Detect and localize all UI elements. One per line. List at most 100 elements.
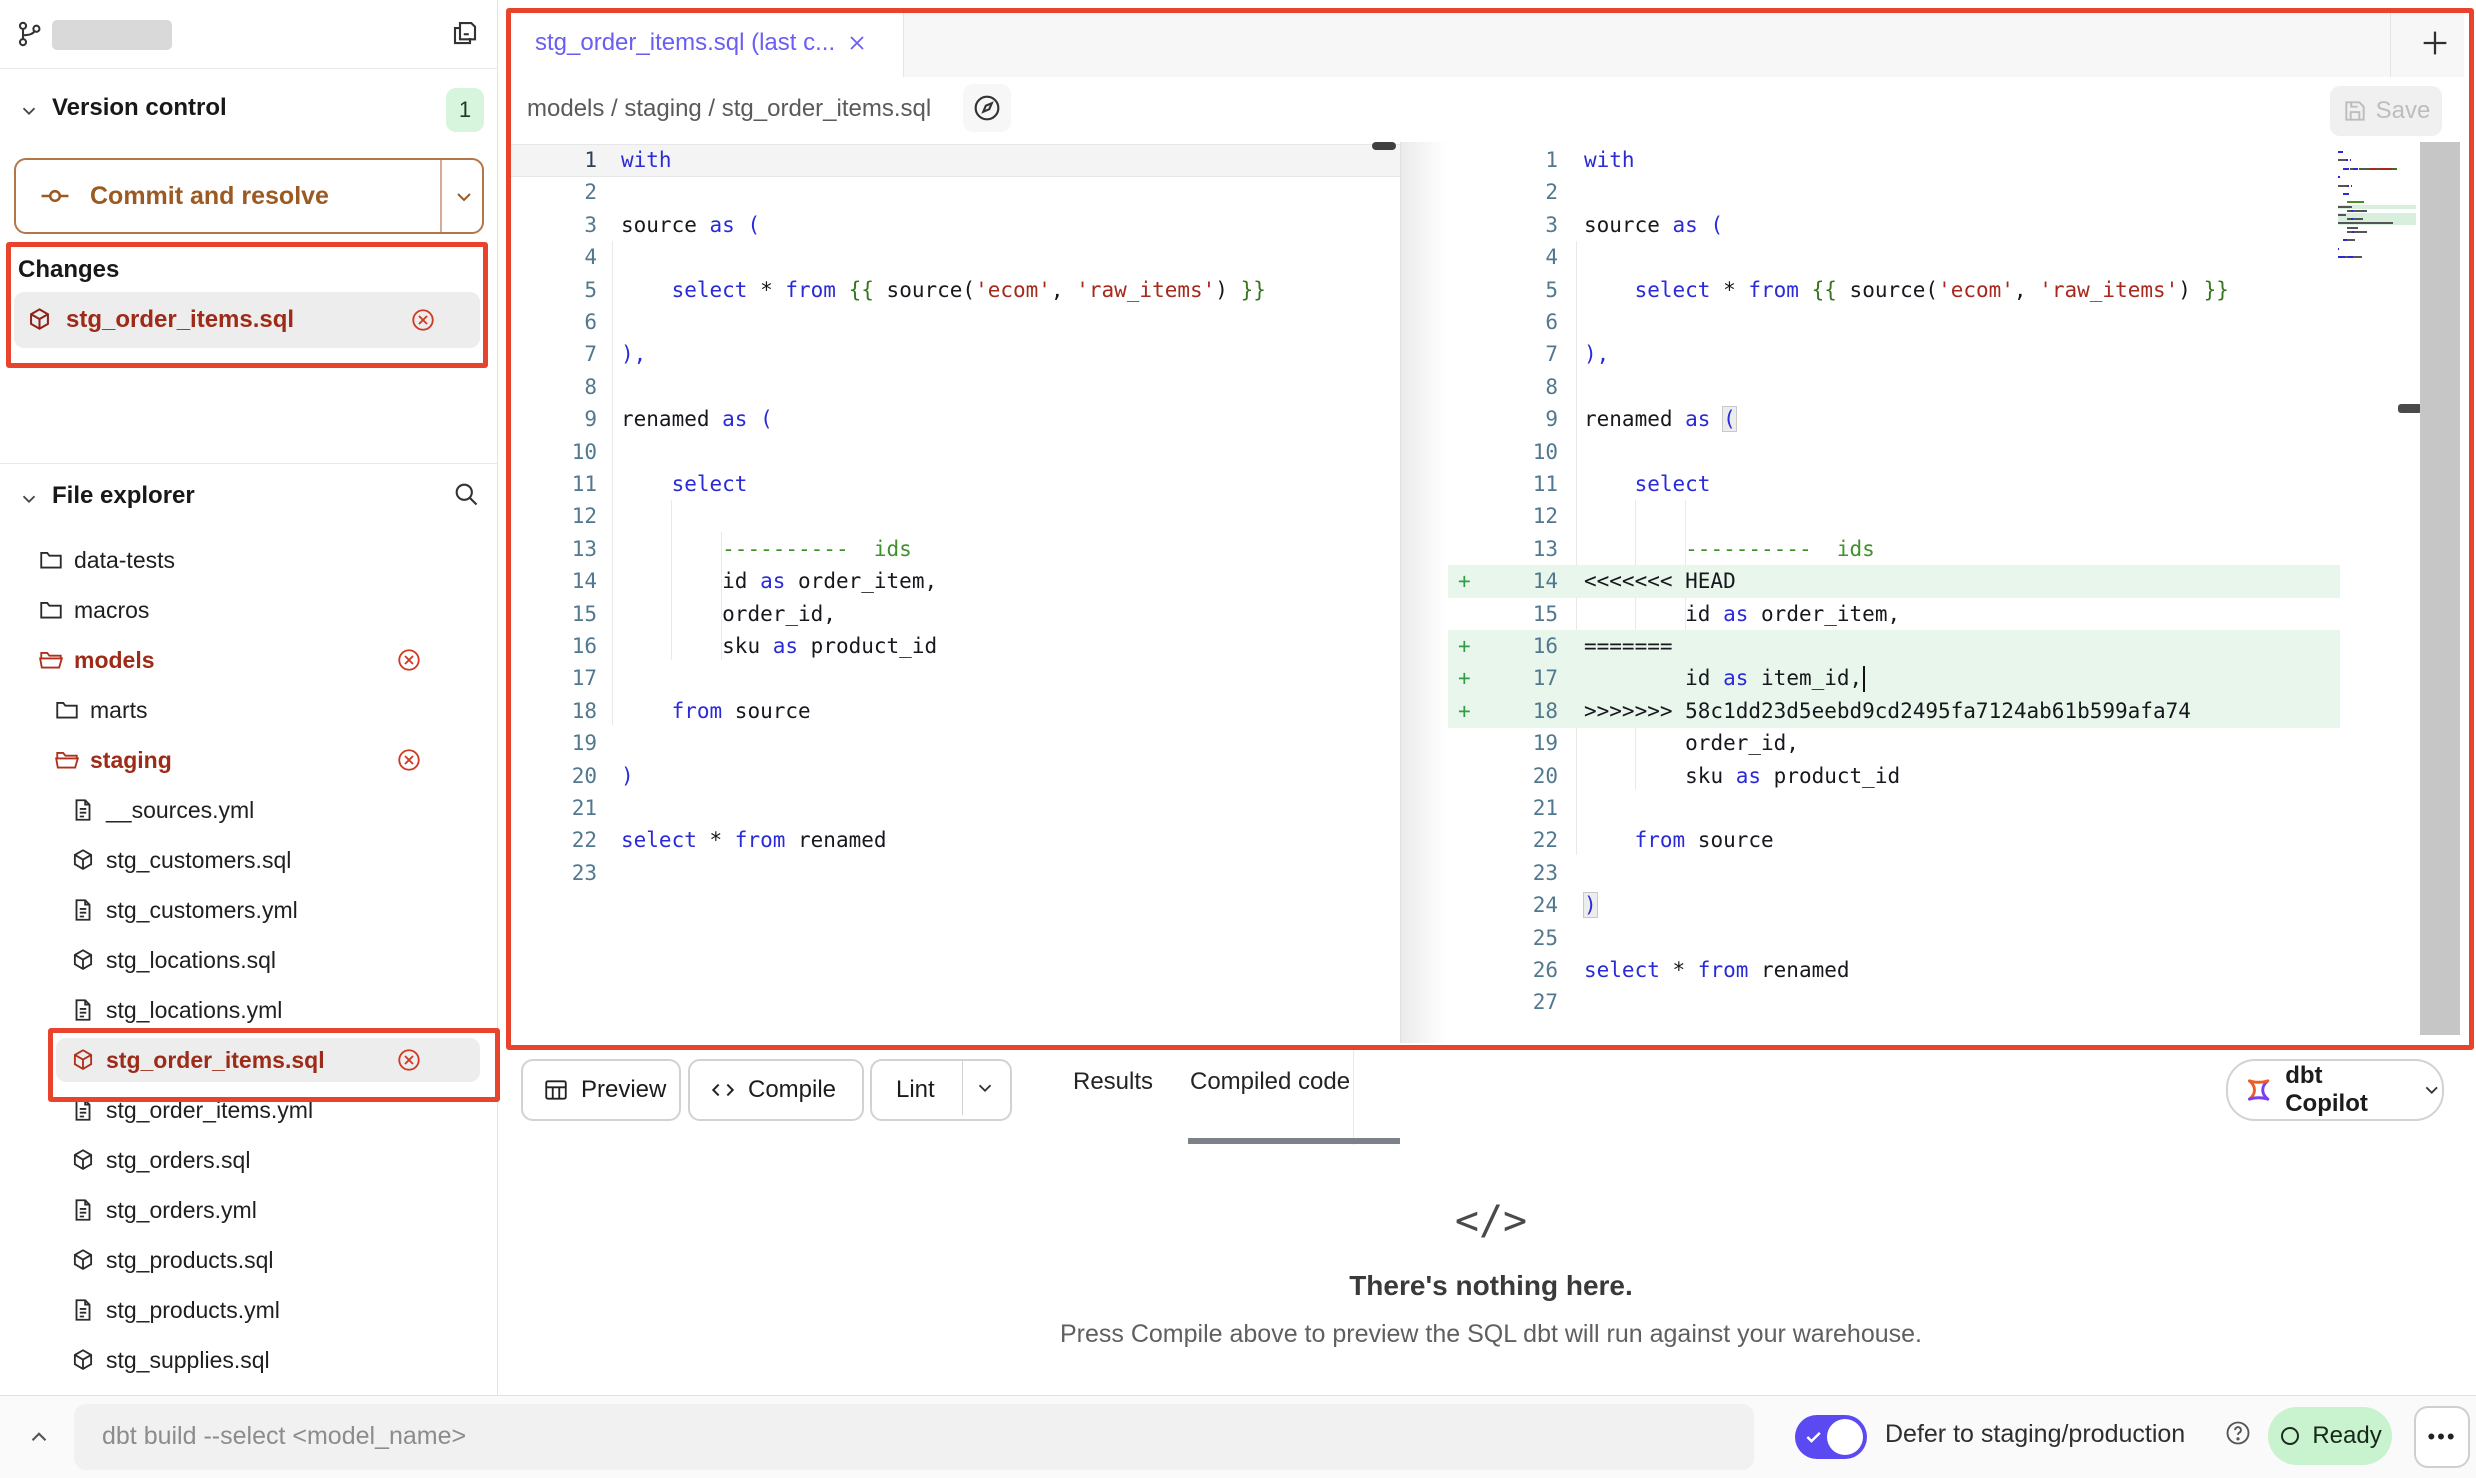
- code-line[interactable]: 15 order_id,: [511, 598, 1400, 631]
- connection-status-badge[interactable]: Ready: [2268, 1407, 2392, 1465]
- search-icon[interactable]: [452, 480, 480, 508]
- code-text: select: [1584, 468, 1710, 500]
- code-line[interactable]: 9renamed as (: [1448, 403, 2340, 436]
- file-item--sources-yml[interactable]: __sources.yml: [0, 788, 497, 832]
- commit-and-resolve-button[interactable]: Commit and resolve: [14, 158, 484, 234]
- chevron-down-icon[interactable]: [18, 488, 40, 510]
- code-line[interactable]: 4: [1448, 241, 2340, 274]
- tab-compiled-code[interactable]: Compiled code: [1190, 1068, 1350, 1096]
- code-line[interactable]: 4: [511, 241, 1400, 274]
- chevron-up-icon[interactable]: [26, 1424, 52, 1450]
- close-icon[interactable]: [845, 31, 869, 55]
- copy-docs-icon[interactable]: [450, 18, 480, 48]
- save-button[interactable]: Save: [2330, 86, 2442, 136]
- status-bar: dbt build --select <model_name> Defer to…: [0, 1395, 2476, 1478]
- code-line[interactable]: 19: [511, 727, 1400, 760]
- code-line[interactable]: 23: [1448, 857, 2340, 890]
- code-line[interactable]: 24): [1448, 889, 2340, 922]
- code-line[interactable]: +16=======: [1448, 630, 2340, 663]
- tab-stg-order-items[interactable]: stg_order_items.sql (last c...: [511, 9, 904, 77]
- code-line[interactable]: 20): [511, 760, 1400, 793]
- code-line[interactable]: 3source as (: [1448, 209, 2340, 242]
- code-line[interactable]: 15 id as order_item,: [1448, 598, 2340, 631]
- file-item-stg-products-sql[interactable]: stg_products.sql: [0, 1238, 497, 1282]
- code-line[interactable]: 7),: [1448, 338, 2340, 371]
- defer-toggle[interactable]: [1795, 1415, 1867, 1459]
- code-line[interactable]: 26select * from renamed: [1448, 954, 2340, 987]
- code-line[interactable]: 20 sku as product_id: [1448, 760, 2340, 793]
- file-item-stg-supplies-sql[interactable]: stg_supplies.sql: [0, 1338, 497, 1382]
- file-item-macros[interactable]: macros: [0, 588, 497, 632]
- compile-button[interactable]: Compile: [688, 1059, 864, 1121]
- commit-dropdown-caret-icon[interactable]: [452, 185, 476, 209]
- code-line[interactable]: 22select * from renamed: [511, 824, 1400, 857]
- code-line[interactable]: 18 from source: [511, 695, 1400, 728]
- code-line[interactable]: 8: [511, 371, 1400, 404]
- file-item-stg-orders-sql[interactable]: stg_orders.sql: [0, 1138, 497, 1182]
- file-item-stg-locations-sql[interactable]: stg_locations.sql: [0, 938, 497, 982]
- file-item-staging[interactable]: staging: [0, 738, 497, 782]
- command-input[interactable]: dbt build --select <model_name>: [74, 1404, 1754, 1470]
- code-line[interactable]: 19 order_id,: [1448, 727, 2340, 760]
- file-item-data-tests[interactable]: data-tests: [0, 538, 497, 582]
- code-line[interactable]: 21: [1448, 792, 2340, 825]
- code-line[interactable]: 21: [511, 792, 1400, 825]
- code-line[interactable]: 2: [511, 176, 1400, 209]
- code-line[interactable]: 13 ---------- ids: [511, 533, 1400, 566]
- code-line[interactable]: 6: [511, 306, 1400, 339]
- code-line[interactable]: 16 sku as product_id: [511, 630, 1400, 663]
- more-options-button[interactable]: •••: [2414, 1406, 2470, 1468]
- dbt-copilot-button[interactable]: dbt Copilot: [2226, 1059, 2444, 1121]
- code-line[interactable]: 11 select: [511, 468, 1400, 501]
- left-pane-scrollbar-thumb[interactable]: [1372, 142, 1396, 150]
- minimap[interactable]: [2338, 150, 2416, 270]
- file-item-stg-order-items-yml[interactable]: stg_order_items.yml: [0, 1088, 497, 1132]
- chevron-down-icon[interactable]: [18, 100, 40, 122]
- code-line[interactable]: 2: [1448, 176, 2340, 209]
- editor-pane-conflicted[interactable]: 1with23source as (45 select * from {{ so…: [1448, 142, 2340, 1043]
- tab-results[interactable]: Results: [1073, 1068, 1153, 1096]
- code-line[interactable]: 1with: [1448, 144, 2340, 177]
- code-line[interactable]: 12: [511, 500, 1400, 533]
- preview-button[interactable]: Preview: [521, 1059, 681, 1121]
- editor-pane-original[interactable]: 1with23source as (45 select * from {{ so…: [511, 142, 1400, 1043]
- code-line[interactable]: 17: [511, 662, 1400, 695]
- code-text: <<<<<<< HEAD: [1584, 565, 1736, 597]
- changed-file-row[interactable]: stg_order_items.sql: [14, 292, 480, 348]
- code-line[interactable]: 13 ---------- ids: [1448, 533, 2340, 566]
- code-line[interactable]: 25: [1448, 922, 2340, 955]
- editor-scrollbar-track[interactable]: [2420, 142, 2460, 1035]
- code-line[interactable]: 7),: [511, 338, 1400, 371]
- code-line[interactable]: 5 select * from {{ source('ecom', 'raw_i…: [1448, 274, 2340, 307]
- file-item-stg-locations-yml[interactable]: stg_locations.yml: [0, 988, 497, 1032]
- code-line[interactable]: 10: [1448, 436, 2340, 469]
- new-tab-plus-icon[interactable]: [2418, 26, 2452, 60]
- code-line[interactable]: 8: [1448, 371, 2340, 404]
- file-item-stg-customers-sql[interactable]: stg_customers.sql: [0, 838, 497, 882]
- lineage-compass-button[interactable]: [963, 84, 1011, 132]
- code-line[interactable]: 14 id as order_item,: [511, 565, 1400, 598]
- code-line[interactable]: 23: [511, 857, 1400, 890]
- code-line[interactable]: 12: [1448, 500, 2340, 533]
- code-line[interactable]: 10: [511, 436, 1400, 469]
- lint-button[interactable]: Lint: [870, 1059, 1012, 1121]
- code-line[interactable]: 9renamed as (: [511, 403, 1400, 436]
- code-line[interactable]: +17 id as item_id,: [1448, 662, 2340, 695]
- code-line[interactable]: +14<<<<<<< HEAD: [1448, 565, 2340, 598]
- code-line[interactable]: +18>>>>>>> 58c1dd23d5eebd9cd2495fa7124ab…: [1448, 695, 2340, 728]
- code-line[interactable]: 6: [1448, 306, 2340, 339]
- code-line[interactable]: 22 from source: [1448, 824, 2340, 857]
- code-line[interactable]: 5 select * from {{ source('ecom', 'raw_i…: [511, 274, 1400, 307]
- file-item-stg-customers-yml[interactable]: stg_customers.yml: [0, 888, 497, 932]
- right-pane-scrollbar-thumb[interactable]: [2398, 404, 2422, 413]
- code-line[interactable]: 3source as (: [511, 209, 1400, 242]
- code-line[interactable]: 1with: [511, 144, 1400, 177]
- code-line[interactable]: 11 select: [1448, 468, 2340, 501]
- help-icon[interactable]: [2224, 1419, 2252, 1447]
- file-item-stg-order-items-sql[interactable]: stg_order_items.sql: [0, 1038, 497, 1082]
- code-line[interactable]: 27: [1448, 986, 2340, 1019]
- file-item-marts[interactable]: marts: [0, 688, 497, 732]
- file-item-models[interactable]: models: [0, 638, 497, 682]
- file-item-stg-products-yml[interactable]: stg_products.yml: [0, 1288, 497, 1332]
- file-item-stg-orders-yml[interactable]: stg_orders.yml: [0, 1188, 497, 1232]
